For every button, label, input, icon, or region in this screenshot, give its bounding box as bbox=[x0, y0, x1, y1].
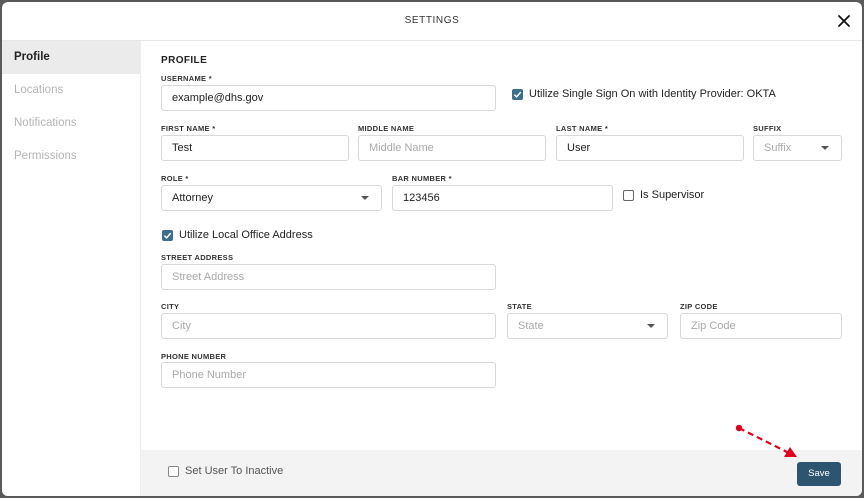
supervisor-checkbox-row[interactable]: Is Supervisor bbox=[623, 189, 704, 201]
chevron-down-icon bbox=[361, 196, 369, 200]
inactive-checkbox-label: Set User To Inactive bbox=[185, 465, 284, 477]
supervisor-checkbox-label: Is Supervisor bbox=[640, 189, 705, 201]
phone-number-input[interactable]: Phone Number bbox=[161, 362, 496, 388]
username-input[interactable]: example@dhs.gov bbox=[161, 85, 496, 111]
sso-checkbox-label: Utilize Single Sign On with Identity Pro… bbox=[529, 88, 776, 100]
section-title: PROFILE bbox=[161, 55, 208, 66]
middle-name-input[interactable]: Middle Name bbox=[358, 135, 546, 161]
close-icon bbox=[838, 15, 850, 27]
state-label: STATE bbox=[507, 302, 532, 311]
street-address-input[interactable]: Street Address bbox=[161, 264, 496, 290]
suffix-label: SUFFIX bbox=[753, 124, 782, 133]
checkmark-icon bbox=[163, 232, 172, 239]
chevron-down-icon bbox=[821, 146, 829, 150]
chevron-down-icon bbox=[647, 324, 655, 328]
suffix-select[interactable]: Suffix bbox=[753, 135, 842, 161]
phone-number-label: PHONE NUMBER bbox=[161, 352, 227, 361]
role-select[interactable]: Attorney bbox=[161, 185, 382, 211]
checkmark-icon bbox=[513, 91, 522, 98]
middle-name-label: MIDDLE NAME bbox=[358, 124, 415, 133]
inactive-checkbox[interactable] bbox=[168, 465, 179, 477]
supervisor-checkbox[interactable] bbox=[623, 189, 634, 201]
settings-sidebar: Profile Locations Notifications Permissi… bbox=[2, 41, 141, 496]
sidebar-item-notifications[interactable]: Notifications bbox=[2, 107, 140, 140]
bar-number-input[interactable]: 123456 bbox=[392, 185, 613, 211]
first-name-input[interactable]: Test bbox=[161, 135, 349, 161]
role-select-value: Attorney bbox=[172, 192, 213, 204]
role-label: ROLE * bbox=[161, 174, 189, 183]
zip-code-label: ZIP CODE bbox=[680, 302, 718, 311]
sidebar-item-profile[interactable]: Profile bbox=[2, 41, 140, 74]
last-name-label: LAST NAME * bbox=[556, 124, 609, 133]
settings-modal: SETTINGS Profile Locations Notifications… bbox=[2, 2, 862, 496]
username-label: USERNAME * bbox=[161, 74, 212, 83]
save-button[interactable]: Save bbox=[797, 462, 841, 486]
zip-code-input[interactable]: Zip Code bbox=[680, 313, 842, 339]
state-select[interactable]: State bbox=[507, 313, 668, 339]
suffix-select-value: Suffix bbox=[764, 142, 792, 154]
first-name-label: FIRST NAME * bbox=[161, 124, 216, 133]
local-office-checkbox[interactable] bbox=[162, 229, 173, 241]
city-input[interactable]: City bbox=[161, 313, 496, 339]
inactive-checkbox-row[interactable]: Set User To Inactive bbox=[168, 465, 283, 477]
close-button[interactable] bbox=[836, 13, 852, 29]
modal-footer: Set User To Inactive Save bbox=[141, 450, 862, 496]
last-name-input[interactable]: User bbox=[556, 135, 744, 161]
modal-title: SETTINGS bbox=[404, 15, 460, 26]
street-address-label: STREET ADDRESS bbox=[161, 253, 234, 262]
local-office-checkbox-row[interactable]: Utilize Local Office Address bbox=[162, 229, 313, 241]
local-office-checkbox-label: Utilize Local Office Address bbox=[179, 229, 313, 241]
bar-number-label: BAR NUMBER * bbox=[392, 174, 452, 183]
sidebar-item-locations[interactable]: Locations bbox=[2, 74, 140, 107]
city-label: CITY bbox=[161, 302, 180, 311]
profile-form: PROFILE USERNAME * example@dhs.gov Utili… bbox=[142, 42, 862, 450]
sso-checkbox-row[interactable]: Utilize Single Sign On with Identity Pro… bbox=[512, 88, 776, 100]
sidebar-item-permissions[interactable]: Permissions bbox=[2, 140, 140, 173]
modal-header: SETTINGS bbox=[2, 2, 862, 41]
state-select-value: State bbox=[518, 320, 544, 332]
sso-checkbox[interactable] bbox=[512, 88, 523, 100]
